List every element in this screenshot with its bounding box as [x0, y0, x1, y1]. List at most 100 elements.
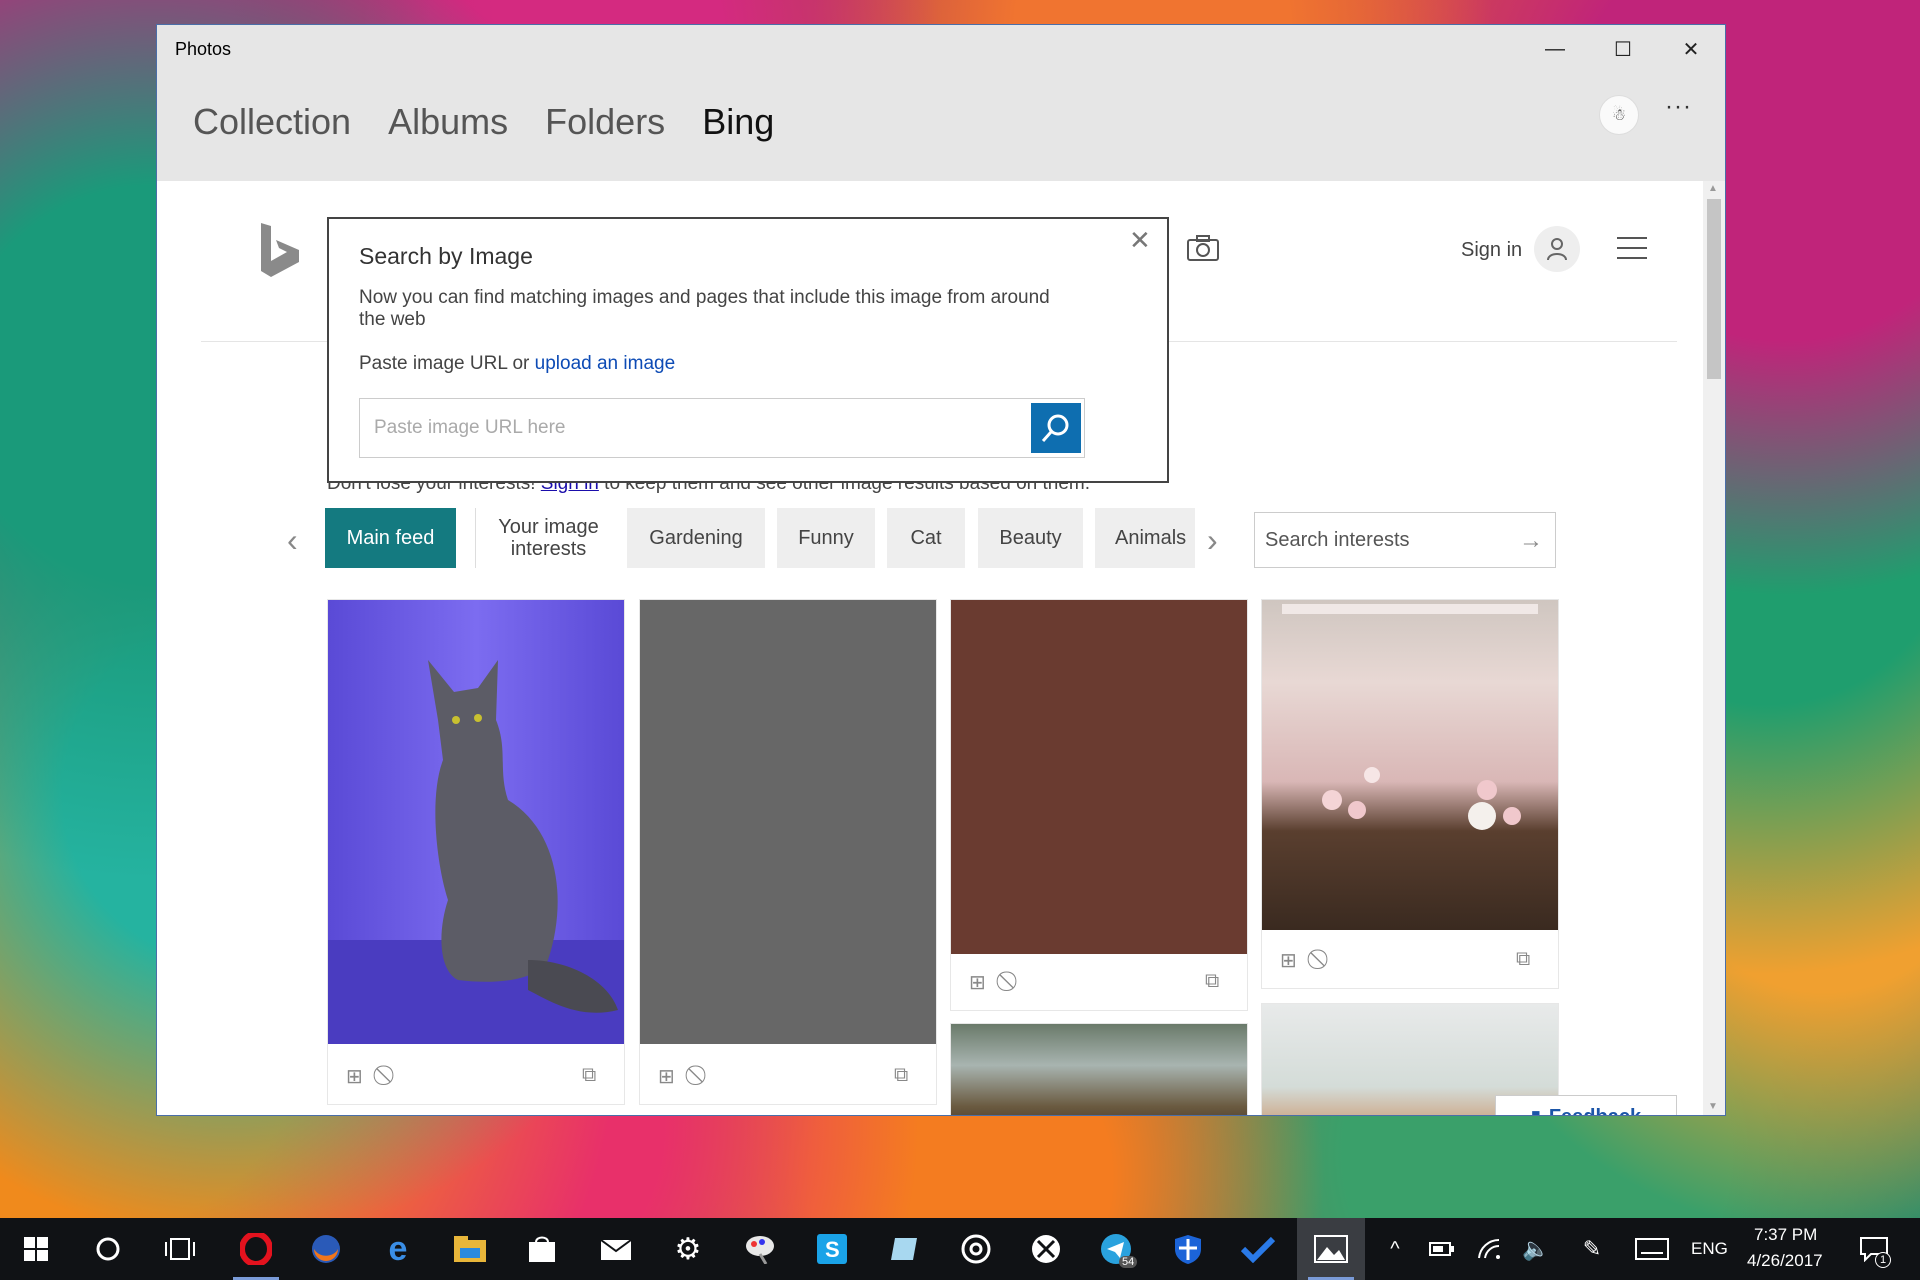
- card-actions: ⊞ ⃠ ⧉: [951, 950, 1247, 1010]
- opera-icon[interactable]: [236, 1229, 276, 1269]
- image-card-brown[interactable]: ⊞ ⃠ ⧉: [950, 599, 1248, 1011]
- xbox-icon[interactable]: [1026, 1229, 1066, 1269]
- card-actions: ⊞ ⃠ ⧉: [1262, 928, 1558, 988]
- chip-main-feed[interactable]: Main feed: [325, 508, 456, 568]
- tab-albums[interactable]: Albums: [388, 101, 508, 143]
- chip-gardening[interactable]: Gardening: [627, 508, 765, 568]
- windows-start-icon[interactable]: [16, 1229, 56, 1269]
- chip-funny[interactable]: Funny: [777, 508, 875, 568]
- paste-prefix: Paste image URL or: [359, 353, 535, 374]
- add-to-collection-icon[interactable]: ⊞: [969, 970, 986, 995]
- brown-image[interactable]: [951, 600, 1247, 954]
- file-explorer-icon[interactable]: [450, 1229, 490, 1269]
- image-search-button[interactable]: [1031, 403, 1081, 453]
- tab-bing[interactable]: Bing: [702, 101, 774, 143]
- wifi-icon[interactable]: [1470, 1229, 1510, 1269]
- chip-your-image-interests[interactable]: Your image interests: [475, 508, 605, 568]
- image-card-loading[interactable]: ⊞ ⃠ ⧉: [639, 599, 937, 1105]
- search-interests-placeholder: Search interests: [1265, 529, 1410, 551]
- minimize-button[interactable]: —: [1521, 25, 1589, 73]
- chip-animals[interactable]: Animals: [1095, 508, 1195, 568]
- image-card-waterfall[interactable]: [950, 1023, 1248, 1115]
- feedback-label: Feedback: [1549, 1106, 1641, 1116]
- battery-icon[interactable]: [1422, 1229, 1462, 1269]
- close-button[interactable]: ✕: [1657, 25, 1725, 73]
- skype-icon[interactable]: S: [812, 1229, 852, 1269]
- todo-check-icon[interactable]: [1238, 1229, 1278, 1269]
- taskbar: e ⚙ S 54 ^ 🔈 ✎ ENG 7:37 PM 4/26/2017 1: [0, 1218, 1920, 1280]
- account-avatar[interactable]: ☃: [1599, 95, 1639, 135]
- chevron-right-icon[interactable]: ›: [1207, 522, 1218, 559]
- mail-icon[interactable]: [596, 1229, 636, 1269]
- groove-music-icon[interactable]: [956, 1229, 996, 1269]
- chip-cat[interactable]: Cat: [887, 508, 965, 568]
- scroll-thumb[interactable]: [1707, 199, 1721, 379]
- settings-gear-icon[interactable]: ⚙: [668, 1229, 708, 1269]
- card-actions: ⊞ ⃠ ⧉: [640, 1044, 936, 1104]
- scroll-down-icon[interactable]: ▼: [1708, 1101, 1718, 1112]
- chevron-left-icon[interactable]: ‹: [287, 522, 298, 559]
- pen-icon[interactable]: ✎: [1572, 1229, 1612, 1269]
- menu-icon[interactable]: [1617, 237, 1647, 259]
- notification-badge: 1: [1875, 1252, 1891, 1268]
- card-actions: ⊞ ⃠ ⧉: [328, 1044, 624, 1104]
- bing-logo-icon: [261, 223, 299, 277]
- feedback-button[interactable]: ▮ Feedback: [1495, 1095, 1677, 1116]
- photos-window: Photos — ☐ ✕ Collection Albums Folders B…: [156, 24, 1726, 1116]
- visual-search-icon[interactable]: ⧉: [894, 1064, 908, 1087]
- arrow-right-icon[interactable]: →: [1519, 527, 1543, 555]
- loading-image[interactable]: [640, 600, 936, 1044]
- visual-search-icon[interactable]: ⧉: [1205, 970, 1219, 993]
- cat-image[interactable]: [328, 600, 624, 1044]
- nav-tabs: Collection Albums Folders Bing: [193, 101, 774, 143]
- sign-in-link[interactable]: Sign in: [1461, 239, 1522, 262]
- paint-icon[interactable]: [740, 1229, 780, 1269]
- visual-search-icon[interactable]: ⧉: [1516, 948, 1530, 971]
- firefox-icon[interactable]: [306, 1229, 346, 1269]
- visual-search-icon[interactable]: ⧉: [582, 1064, 596, 1087]
- edge-icon[interactable]: e: [378, 1229, 418, 1269]
- add-to-collection-icon[interactable]: ⊞: [658, 1064, 675, 1089]
- user-icon[interactable]: [1534, 226, 1580, 272]
- clock-date[interactable]: 4/26/2017: [1747, 1251, 1823, 1271]
- volume-icon[interactable]: 🔈: [1516, 1229, 1556, 1269]
- search-icon: [1041, 414, 1069, 442]
- store-icon[interactable]: [522, 1229, 562, 1269]
- dialog-description: Now you can find matching images and pag…: [359, 287, 1050, 330]
- app-title: Photos: [175, 38, 232, 59]
- photos-app-icon[interactable]: [1311, 1229, 1351, 1269]
- curtain-image[interactable]: [1262, 600, 1558, 930]
- chevron-up-icon[interactable]: ^: [1375, 1229, 1415, 1269]
- task-view-icon[interactable]: [160, 1229, 200, 1269]
- feedback-icon: ▮: [1531, 1107, 1541, 1116]
- bing-content: Sign in Don't lose your interests! Sign …: [157, 181, 1725, 1116]
- upload-image-link[interactable]: upload an image: [535, 353, 676, 374]
- more-options-icon[interactable]: ···: [1665, 93, 1692, 121]
- app-bar: Collection Albums Folders Bing ☃ ···: [157, 73, 1725, 181]
- cortana-icon[interactable]: [88, 1229, 128, 1269]
- camera-icon[interactable]: [1187, 235, 1219, 261]
- image-url-input[interactable]: [359, 398, 1085, 458]
- dialog-close-icon[interactable]: ✕: [1129, 225, 1151, 256]
- add-to-collection-icon[interactable]: ⊞: [346, 1064, 363, 1089]
- scrollbar[interactable]: ▲ ▼: [1703, 181, 1725, 1115]
- language-indicator[interactable]: ENG: [1691, 1239, 1728, 1259]
- dialog-title: Search by Image: [359, 243, 533, 269]
- maximize-button[interactable]: ☐: [1589, 25, 1657, 73]
- search-interests-box[interactable]: Search interests →: [1254, 512, 1556, 568]
- add-to-collection-icon[interactable]: ⊞: [1280, 948, 1297, 973]
- paste-instructions: Paste image URL or upload an image: [359, 353, 675, 375]
- title-bar: Photos — ☐ ✕: [157, 25, 1725, 73]
- defender-shield-icon[interactable]: [1168, 1229, 1208, 1269]
- search-by-image-dialog: Search by Image ✕ Now you can find match…: [327, 217, 1169, 483]
- scroll-up-icon[interactable]: ▲: [1708, 183, 1718, 194]
- notes-app-icon[interactable]: [884, 1229, 924, 1269]
- keyboard-icon[interactable]: [1632, 1229, 1672, 1269]
- tab-folders[interactable]: Folders: [545, 101, 665, 143]
- image-card-curtain[interactable]: ⊞ ⃠ ⧉: [1261, 599, 1559, 989]
- telegram-badge: 54: [1119, 1256, 1138, 1268]
- clock-time[interactable]: 7:37 PM: [1754, 1225, 1817, 1245]
- tab-collection[interactable]: Collection: [193, 101, 351, 143]
- image-card-cat[interactable]: ⊞ ⃠ ⧉: [327, 599, 625, 1105]
- chip-beauty[interactable]: Beauty: [978, 508, 1083, 568]
